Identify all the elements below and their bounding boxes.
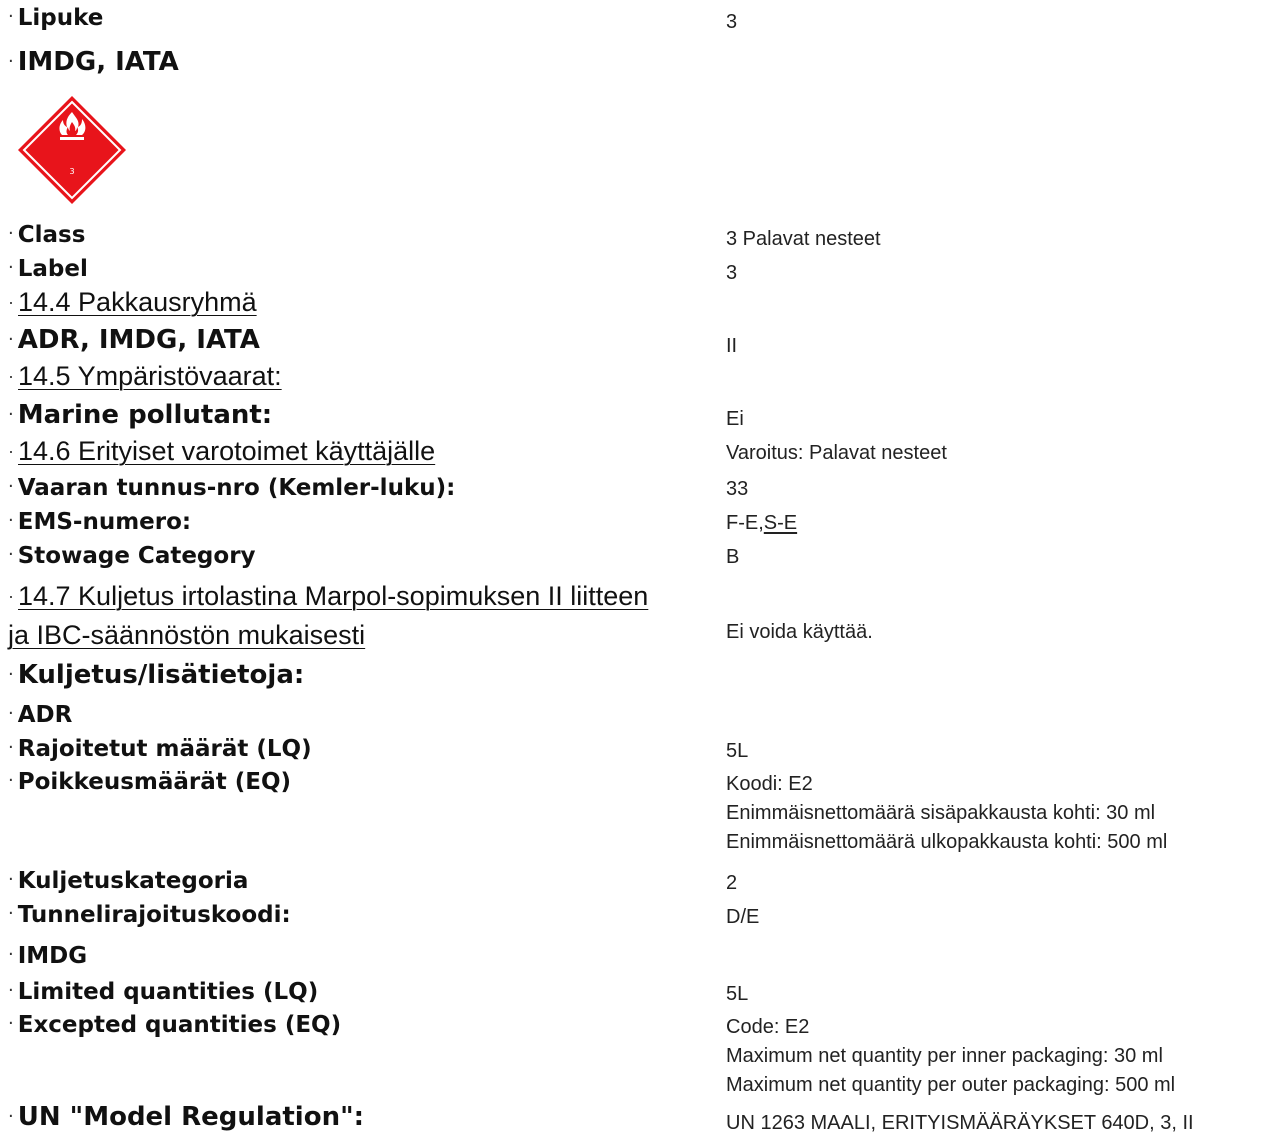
imdg-label: · IMDG (8, 943, 88, 969)
imdg-eq-outer: Maximum net quantity per outer packaging… (726, 1074, 1176, 1096)
class-label: · Class (8, 222, 86, 248)
ems-spill-code: S-E (763, 512, 798, 534)
adr-eq-inner: Enimmäisnettomäärä sisäpakkausta kohti: … (726, 802, 1156, 824)
section-14-6-value: Varoitus: Palavat nesteet (726, 442, 947, 464)
hazard-class-number: 3 (69, 167, 74, 176)
section-14-4-heading: · 14.4 Pakkausryhmä (8, 287, 257, 317)
packing-group-value: II (726, 335, 738, 357)
imdg-eq-code: Code: E2 (726, 1016, 810, 1038)
adr-eq-values: Koodi: E2 Enimmäisnettomäärä sisäpakkaus… (726, 770, 1167, 857)
flammable-liquid-hazard-label-icon: 3 (18, 96, 126, 204)
label-label: · Label (8, 256, 88, 282)
un-model-label: · UN "Model Regulation": (8, 1102, 365, 1132)
un-model-value: UN 1263 MAALI, ERITYISMÄÄRÄYKSET 640D, 3… (726, 1112, 1194, 1134)
ems-label: · EMS-numero: (8, 509, 192, 535)
adr-tunnel-label: · Tunnelirajoituskoodi: (8, 902, 291, 928)
adr-label: · ADR (8, 702, 73, 728)
adr-imdg-iata-label: · ADR, IMDG, IATA (8, 325, 260, 355)
marine-pollutant-label: · Marine pollutant: (8, 400, 273, 430)
lipuke-value: 3 (726, 11, 738, 33)
ems-fire-code: F-E, (726, 512, 764, 534)
imdg-iata-label: · IMDG, IATA (8, 47, 179, 77)
class-value: 3 Palavat nesteet (726, 228, 881, 250)
kuljetus-label: · Kuljetus/lisätietoja: (8, 660, 305, 690)
ems-value: F-E,S-E (726, 511, 797, 535)
adr-lq-label: · Rajoitetut määrät (LQ) (8, 736, 312, 762)
section-14-7-value: Ei voida käyttää. (726, 621, 873, 643)
adr-kategoria-label: · Kuljetuskategoria (8, 868, 249, 894)
kemler-value: 33 (726, 478, 749, 500)
adr-kategoria-value: 2 (726, 872, 738, 894)
adr-eq-code: Koodi: E2 (726, 773, 813, 795)
adr-tunnel-value: D/E (726, 906, 760, 928)
imdg-lq-label: · Limited quantities (LQ) (8, 979, 319, 1005)
lipuke-label: · Lipuke (8, 5, 104, 31)
marine-pollutant-value: Ei (726, 408, 744, 430)
adr-eq-outer: Enimmäisnettomäärä ulkopakkausta kohti: … (726, 831, 1168, 853)
section-14-6-heading: · 14.6 Erityiset varotoimet käyttäjälle (8, 436, 436, 466)
imdg-eq-label: · Excepted quantities (EQ) (8, 1012, 342, 1038)
imdg-eq-inner: Maximum net quantity per inner packaging… (726, 1045, 1163, 1067)
stowage-value: B (726, 546, 740, 568)
label-value: 3 (726, 262, 738, 284)
adr-lq-value: 5L (726, 740, 749, 762)
kemler-label: · Vaaran tunnus-nro (Kemler-luku): (8, 475, 456, 501)
adr-eq-label: · Poikkeusmäärät (EQ) (8, 769, 292, 795)
section-14-5-heading: · 14.5 Ympäristövaarat: (8, 361, 282, 391)
imdg-lq-value: 5L (726, 983, 749, 1005)
imdg-eq-values: Code: E2 Maximum net quantity per inner … (726, 1013, 1175, 1100)
section-14-7-heading: · 14.7 Kuljetus irtolastina Marpol-sopimu… (8, 581, 649, 650)
stowage-label: · Stowage Category (8, 543, 256, 569)
